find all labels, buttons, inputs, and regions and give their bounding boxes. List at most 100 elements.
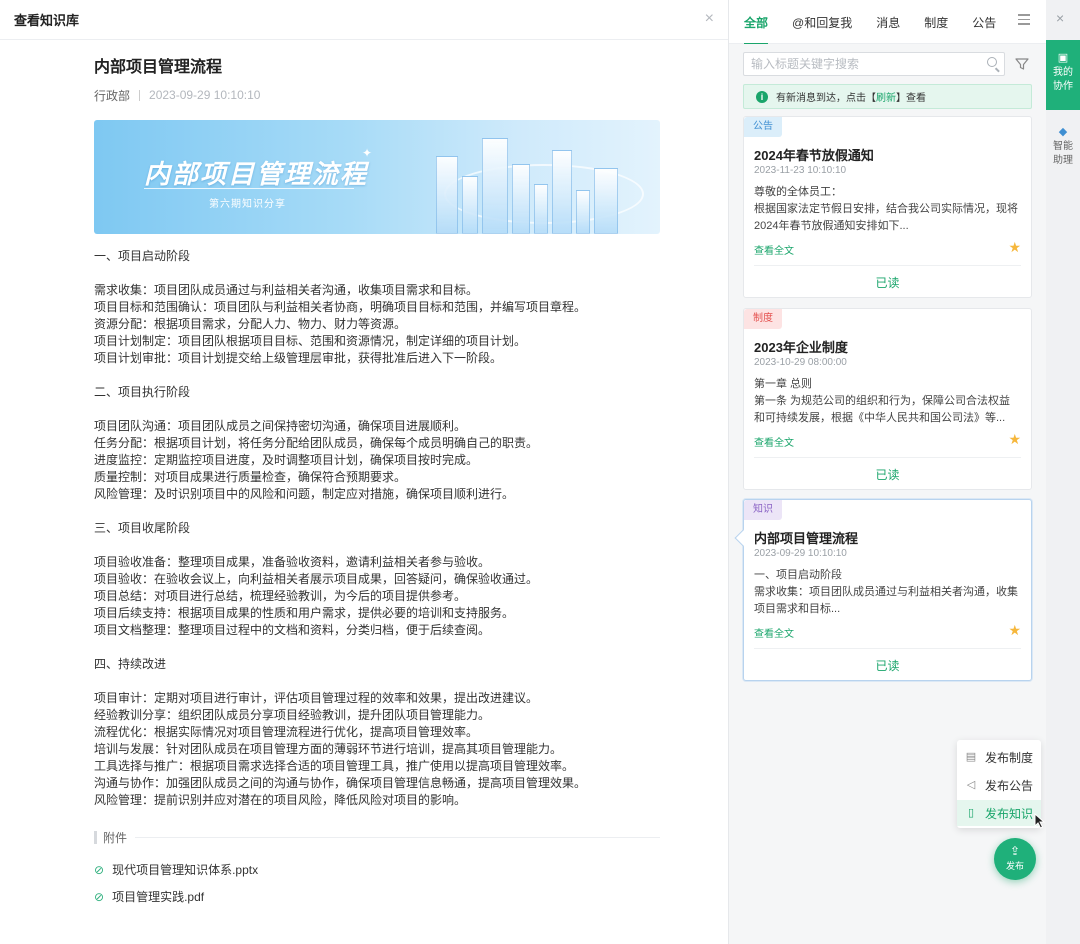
star-icon[interactable]: ★ — [1008, 431, 1021, 448]
read-status-button[interactable]: 已读 — [744, 466, 1031, 483]
body-line: 资源分配：根据项目需求，分配人力、物力、财力等资源。 — [94, 317, 407, 331]
body-line: 任务分配：根据项目计划，将任务分配给团队成员，确保每个成员明确自己的职责。 — [94, 436, 539, 450]
menu-item-label: 发布知识 — [985, 806, 1034, 821]
view-full-link[interactable]: 查看全文 — [754, 434, 794, 449]
menu-icon[interactable] — [1018, 14, 1030, 26]
card-excerpt: 尊敬的全体员工： 根据国家法定节假日安排，结合我公司实际情况，现将 2024年春… — [754, 184, 1024, 235]
card-title[interactable]: 内部项目管理流程 — [754, 528, 858, 547]
body-line: 工具选择与推广：根据项目需求选择合适的项目管理工具，推广使用以提高项目管理效率。 — [94, 759, 575, 773]
banner-building — [512, 164, 530, 234]
knowledge-viewer-panel: 查看知识库 × 内部项目管理流程 行政部 2023-09-29 10:10:10 — [0, 0, 729, 944]
attachment-name[interactable]: 现代项目管理知识体系.pptx — [112, 861, 258, 878]
panel-title: 查看知识库 — [14, 13, 80, 28]
body-line: 流程优化：根据实际情况对项目管理流程进行优化，提高项目管理效率。 — [94, 725, 479, 739]
body-line: 项目验收准备：整理项目成果，准备验收资料，邀请利益相关者参与验收。 — [94, 555, 491, 569]
star-icon[interactable]: ★ — [1008, 622, 1021, 639]
attachment-name[interactable]: 项目管理实践.pdf — [112, 888, 204, 905]
publish-announcement-item[interactable]: ◁ 发布公告 — [957, 772, 1041, 798]
card-title[interactable]: 2024年春节放假通知 — [754, 145, 874, 164]
tab-announcements[interactable]: 公告 — [972, 14, 996, 44]
publish-knowledge-item[interactable]: ▯ 发布知识 — [957, 800, 1041, 826]
section-body: 项目验收准备：整理项目成果，准备验收资料，邀请利益相关者参与验收。 项目验收：在验… — [94, 554, 660, 639]
message-card-selected[interactable]: 知识 内部项目管理流程 2023-09-29 10:10:10 一、项目启动阶段… — [734, 499, 1032, 681]
excerpt-line: 第一条 为规范公司的组织和行为，保障公司合法权益 — [754, 395, 1011, 407]
card-tag: 知识 — [744, 500, 782, 520]
new-message-notice: i 有新消息到达，点击【 刷新 】查看 — [743, 84, 1032, 109]
star-icon[interactable]: ★ — [1008, 239, 1021, 256]
close-icon[interactable]: × — [705, 10, 714, 28]
body-line: 质量控制：对项目成果进行质量检查，确保符合预期要求。 — [94, 470, 407, 484]
excerpt-line: 第一章 总则 — [754, 378, 813, 390]
body-line: 进度监控：定期监控项目进度，及时调整项目计划，确保项目按时完成。 — [94, 453, 479, 467]
card-time: 2023-11-23 10:10:10 — [754, 165, 847, 176]
card-excerpt: 第一章 总则 第一条 为规范公司的组织和行为，保障公司合法权益 和可持续发展，根… — [754, 376, 1024, 427]
banner-underline — [144, 188, 354, 189]
publish-menu: ▤ 发布制度 ◁ 发布公告 ▯ 发布知识 — [957, 740, 1041, 828]
attachments-header: 附件 — [94, 829, 660, 845]
sparkle-icon: ✦ — [362, 146, 373, 160]
search-input[interactable] — [744, 53, 1004, 75]
banner-building — [462, 176, 478, 234]
rail-label: 智能 — [1053, 141, 1073, 152]
view-full-link[interactable]: 查看全文 — [754, 242, 794, 257]
read-status-button[interactable]: 已读 — [744, 657, 1031, 674]
notice-suffix: 】查看 — [896, 93, 926, 104]
refresh-link[interactable]: 刷新 — [876, 89, 896, 104]
message-card[interactable]: 公告 2024年春节放假通知 2023-11-23 10:10:10 尊敬的全体… — [743, 116, 1032, 298]
view-full-link[interactable]: 查看全文 — [754, 625, 794, 640]
excerpt-line: 需求收集：项目团队成员通过与利益相关者沟通，收集 — [754, 586, 1018, 598]
app-root: 查看知识库 × 内部项目管理流程 行政部 2023-09-29 10:10:10 — [0, 0, 1080, 944]
speaker-icon: ◁ — [966, 779, 976, 791]
banner-building — [576, 190, 590, 234]
body-line: 项目团队沟通：项目团队成员之间保持密切沟通，确保项目进展顺利。 — [94, 419, 467, 433]
message-card[interactable]: 制度 2023年企业制度 2023-10-29 08:00:00 第一章 总则 … — [743, 308, 1032, 490]
tab-mentions[interactable]: @和回复我 — [792, 14, 852, 44]
excerpt-line: 项目需求和目标... — [754, 603, 841, 615]
rail-label: 协作 — [1053, 81, 1073, 92]
body-line: 项目计划审批：项目计划提交给上级管理层审批，获得批准后进入下一阶段。 — [94, 351, 503, 365]
excerpt-line: 一、项目启动阶段 — [754, 569, 842, 581]
rail-item-smart-assistant[interactable]: ◆ 智能 助理 — [1046, 126, 1080, 168]
body-line: 培训与发展：针对团队成员在项目管理方面的薄弱环节进行培训，提高其项目管理能力。 — [94, 742, 563, 756]
section-heading: 一、项目启动阶段 — [94, 249, 191, 263]
search-box[interactable] — [743, 52, 1005, 76]
banner-subtitle: 第六期知识分享 — [209, 199, 286, 210]
body-line: 项目文档整理：整理项目过程中的文档和资料，分类归档，便于后续查阅。 — [94, 623, 491, 637]
rail-item-my-collaboration[interactable]: ▣ 我的 协作 — [1046, 40, 1080, 110]
attachment-item[interactable]: ⊘ 现代项目管理知识体系.pptx — [94, 861, 660, 878]
search-icon[interactable] — [987, 57, 997, 67]
attachments-label: 附件 — [103, 830, 128, 845]
publish-fab-button[interactable]: ⇪ 发布 — [994, 838, 1036, 880]
card-divider — [754, 648, 1021, 649]
selection-pointer — [734, 529, 752, 547]
card-title[interactable]: 2023年企业制度 — [754, 337, 848, 356]
banner-building — [594, 168, 618, 234]
document-icon: ▤ — [965, 751, 977, 763]
card-time: 2023-10-29 08:00:00 — [754, 357, 847, 368]
excerpt-line: 和可持续发展，根据《中华人民共和国公司法》等... — [754, 412, 1006, 424]
card-tag: 制度 — [744, 309, 782, 329]
notice-prefix: 有新消息到达，点击【 — [776, 93, 876, 104]
tab-all[interactable]: 全部 — [744, 14, 769, 44]
tab-messages[interactable]: 消息 — [876, 14, 900, 44]
section-body: 需求收集：项目团队成员通过与利益相关者沟通，收集项目需求和目标。 项目目标和范围确… — [94, 282, 660, 367]
tab-strip: 全部 @和回复我 消息 制度 公告 知识 — [729, 0, 999, 44]
read-status-button[interactable]: 已读 — [744, 274, 1031, 291]
close-icon[interactable]: × — [1056, 10, 1064, 26]
card-divider — [754, 265, 1021, 266]
excerpt-line: 尊敬的全体员工： — [754, 186, 842, 198]
body-line: 风险管理：提前识别并应对潜在的项目风险，降低风险对项目的影响。 — [94, 793, 467, 807]
meta-divider — [139, 89, 141, 101]
tab-policies[interactable]: 制度 — [924, 14, 948, 44]
section-body: 项目团队沟通：项目团队成员之间保持密切沟通，确保项目进展顺利。任务分配：根据项目… — [94, 418, 660, 503]
publish-policy-item[interactable]: ▤ 发布制度 — [957, 744, 1041, 770]
body-line: 项目后续支持：根据项目成果的性质和用户需求，提供必要的培训和支持服务。 — [94, 606, 515, 620]
rail-label: 我的 — [1053, 67, 1073, 78]
rail-label: 助理 — [1053, 155, 1073, 166]
attachment-item[interactable]: ⊘ 项目管理实践.pdf — [94, 888, 660, 905]
filter-icon[interactable] — [1015, 57, 1029, 71]
document-banner: 内部项目管理流程 ✦ 第六期知识分享 — [94, 120, 660, 234]
body-line: 经验教训分享：组织团队成员分享项目经验教训，提升团队项目管理能力。 — [94, 708, 491, 722]
body-line: 项目审计：定期对项目进行审计，评估项目管理过程的效率和效果，提出改进建议。 — [94, 691, 539, 705]
